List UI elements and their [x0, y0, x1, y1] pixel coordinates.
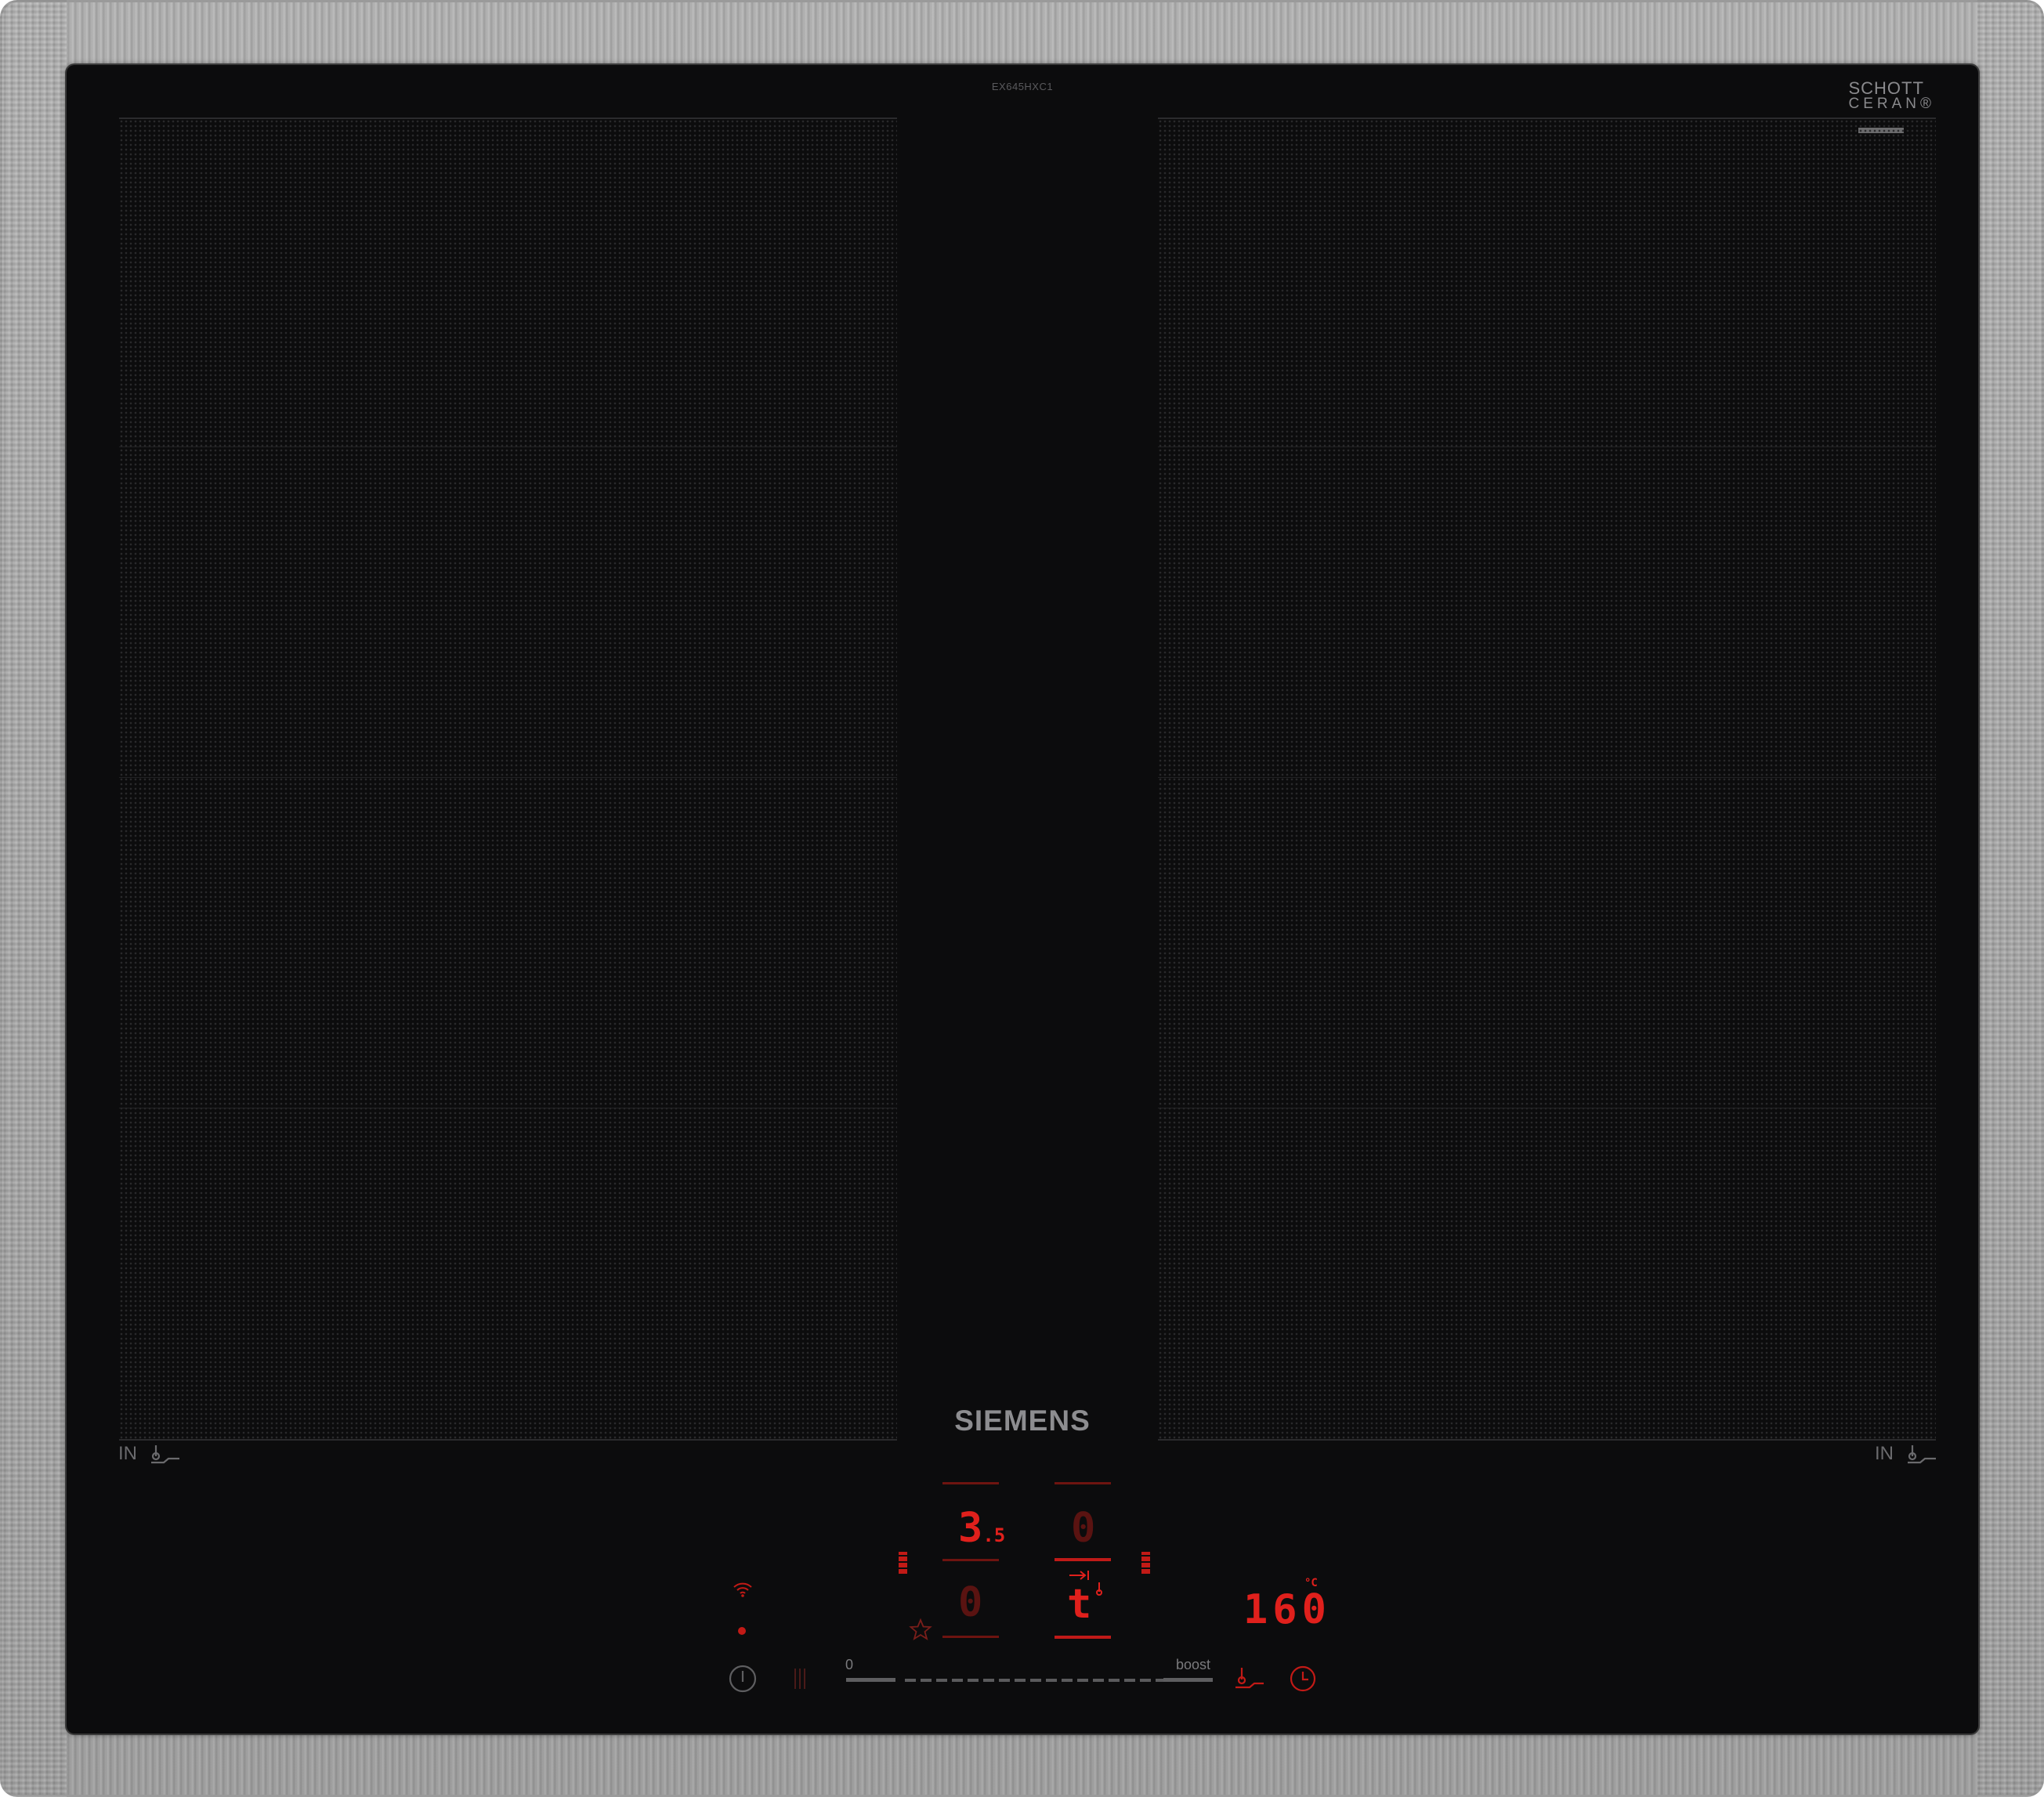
- model-code: EX645HXC1: [991, 81, 1054, 92]
- induction-label: IN: [1875, 1443, 1894, 1464]
- zone-active-bar: [1055, 1558, 1111, 1561]
- zone-indicator-bar: [1055, 1482, 1111, 1484]
- zone-indicator-bar: [942, 1559, 999, 1561]
- zone-indicator-bar: [942, 1636, 999, 1638]
- power-slider-boost[interactable]: [1163, 1678, 1213, 1682]
- schott-logo-line1: SCHOTT: [1848, 78, 1924, 98]
- favorite-star-icon[interactable]: [909, 1618, 932, 1641]
- slider-max-label: boost: [1176, 1657, 1211, 1672]
- child-lock-icon[interactable]: [793, 1667, 807, 1690]
- schott-ceran-logo: SCHOTT CERAN®: [1848, 78, 1935, 112]
- zone-rear-left-level[interactable]: 0: [958, 1579, 982, 1626]
- brand-logo: SIEMENS: [954, 1405, 1091, 1437]
- zone-front-left-level[interactable]: 3.5: [958, 1505, 1005, 1552]
- zone-divider: [119, 777, 897, 778]
- temperature-display: 160: [1243, 1586, 1331, 1633]
- induction-label: IN: [118, 1443, 137, 1464]
- status-dot-icon: [738, 1627, 746, 1635]
- zone-select-icon[interactable]: [899, 1552, 907, 1574]
- cooking-sensor-icon: [1908, 1445, 1936, 1464]
- zone-label-left: IN: [118, 1442, 181, 1466]
- frying-sensor-icon: [1096, 1582, 1103, 1596]
- move-function-icon: [1069, 1571, 1089, 1580]
- zone-level-digit: 3: [958, 1505, 983, 1552]
- zone-level-fraction: .5: [982, 1524, 1006, 1546]
- zone-active-bar: [1055, 1636, 1111, 1639]
- slider-min-label: 0: [845, 1657, 854, 1672]
- power-slider-min[interactable]: [846, 1678, 895, 1682]
- zone-indicator-bar: [942, 1482, 999, 1484]
- power-icon[interactable]: [729, 1665, 757, 1693]
- frying-sensor-icon[interactable]: [1234, 1665, 1265, 1690]
- timer-clock-icon[interactable]: [1289, 1665, 1317, 1693]
- cooking-sensor-icon: [151, 1445, 179, 1464]
- cooking-zone-left[interactable]: [119, 118, 897, 1441]
- zone-label-right: IN: [1875, 1442, 1937, 1466]
- cooking-zone-right[interactable]: [1158, 118, 1936, 1441]
- schott-logo-line2: CERAN®: [1848, 96, 1935, 112]
- ceramic-glass-surface: EX645HXC1 SCHOTT CERAN® SIEMENS IN IN 3.…: [67, 65, 1978, 1734]
- zone-select-icon[interactable]: [1141, 1552, 1150, 1574]
- zone-divider: [1158, 777, 1936, 778]
- zone-rear-right-level[interactable]: t: [1067, 1581, 1091, 1628]
- wifi-icon: [733, 1582, 752, 1597]
- zone-front-right-level[interactable]: 0: [1071, 1505, 1095, 1552]
